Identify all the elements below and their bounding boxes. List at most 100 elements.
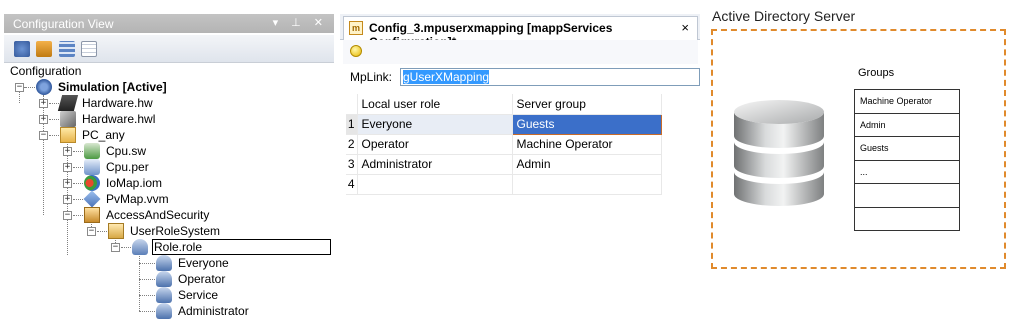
tree-connector-line xyxy=(25,87,35,88)
tree-item-label: PC_any xyxy=(82,128,125,142)
configuration-view-panel: Configuration View ▾ ⊥ ✕ Configuration −… xyxy=(0,0,336,320)
active-directory-title: Active Directory Server xyxy=(712,8,856,24)
hardware-icon xyxy=(57,95,79,111)
lightbulb-icon[interactable] xyxy=(350,45,362,57)
role-icon xyxy=(156,287,172,303)
tree-connector-line xyxy=(139,295,155,296)
tree-item-label: Everyone xyxy=(178,256,229,270)
tree-expander-icon[interactable]: + xyxy=(39,99,48,108)
local-role-cell[interactable]: Administrator xyxy=(357,154,513,175)
group-row xyxy=(854,183,960,208)
row-number[interactable]: 3 xyxy=(346,154,358,175)
role-file-icon xyxy=(132,239,148,255)
table-row[interactable]: 4 xyxy=(346,174,662,195)
group-cell: Guests xyxy=(854,136,960,161)
configuration-icon[interactable] xyxy=(14,41,30,57)
groups-table: Machine Operator Admin Guests ... xyxy=(854,89,960,231)
tree-expander-icon[interactable]: − xyxy=(15,83,24,92)
tree-item-label: Administrator xyxy=(178,304,249,318)
mapp-file-icon: m xyxy=(349,21,363,35)
tree-connector-line xyxy=(49,135,59,136)
group-row xyxy=(854,206,960,231)
tree-connector-line xyxy=(43,95,44,215)
tree-connector-line xyxy=(121,247,131,248)
hardware-link-icon xyxy=(60,111,76,127)
row-number[interactable]: 1 xyxy=(346,114,358,135)
database-icon xyxy=(734,100,824,206)
group-row: Admin xyxy=(854,112,960,137)
configuration-view-titlebar[interactable]: Configuration View ▾ ⊥ ✕ xyxy=(4,14,334,33)
folder-open-icon xyxy=(60,127,76,143)
tree-expander-icon[interactable]: + xyxy=(63,195,72,204)
column-header-local-user-role[interactable]: Local user role xyxy=(357,94,513,115)
editor-toolbar xyxy=(343,40,698,64)
tree-connector-line xyxy=(49,103,59,104)
row-number[interactable]: 2 xyxy=(346,134,358,155)
tree-connector-line xyxy=(73,215,83,216)
local-role-cell[interactable]: Operator xyxy=(357,134,513,155)
role-icon xyxy=(156,255,172,271)
server-group-cell[interactable]: Admin xyxy=(512,154,662,175)
mplink-value: gUserXMapping xyxy=(403,70,490,84)
tree-connector-line xyxy=(49,119,59,120)
mplink-input[interactable]: gUserXMapping xyxy=(400,68,700,86)
tree-item-label: Service xyxy=(178,288,219,302)
tree-expander-icon[interactable]: + xyxy=(63,147,72,156)
tree-item-label: Operator xyxy=(178,272,226,286)
server-group-cell[interactable]: Guests xyxy=(511,113,662,135)
tree-connector-line xyxy=(73,167,83,168)
table-row[interactable]: 1 Everyone Guests xyxy=(346,113,662,135)
server-group-cell[interactable] xyxy=(512,174,662,195)
group-cell: Machine Operator xyxy=(854,89,960,114)
tree-connector-line xyxy=(73,199,83,200)
close-tab-icon[interactable]: × xyxy=(681,20,689,35)
tree-item-label: IoMap.iom xyxy=(106,176,163,190)
tree-expander-icon[interactable]: + xyxy=(39,115,48,124)
user-role-folder-icon xyxy=(108,223,124,239)
tree-expander-icon[interactable]: + xyxy=(63,163,72,172)
column-header-server-group[interactable]: Server group xyxy=(512,94,662,115)
group-cell: Admin xyxy=(854,112,960,137)
mplink-row: MpLink: gUserXMapping xyxy=(343,66,700,88)
tree-item-label: UserRoleSystem xyxy=(130,224,221,238)
tree-selection-box xyxy=(152,239,331,255)
table-row[interactable]: 2 Operator Machine Operator xyxy=(346,134,662,155)
tree-expander-icon[interactable]: − xyxy=(39,131,48,140)
hardware-icon[interactable] xyxy=(36,41,53,57)
software-config-icon xyxy=(84,143,100,159)
local-role-cell[interactable] xyxy=(357,174,513,195)
role-icon xyxy=(156,303,172,319)
server-group-cell[interactable]: Machine Operator xyxy=(512,134,662,155)
tree-item-label: Hardware.hw xyxy=(82,96,153,110)
role-icon xyxy=(156,271,172,287)
group-row: Machine Operator xyxy=(854,89,960,114)
editor-tab[interactable]: m Config_3.mpuserxmapping [mappServices … xyxy=(343,16,698,49)
local-role-cell[interactable]: Everyone xyxy=(357,114,513,135)
mplink-label: MpLink: xyxy=(350,70,393,84)
tree-item-label: Hardware.hwl xyxy=(82,112,156,126)
group-cell xyxy=(854,206,960,231)
tree-expander-icon[interactable]: + xyxy=(63,179,72,188)
tree-expander-icon[interactable]: − xyxy=(87,227,96,236)
tree-connector-line xyxy=(73,151,83,152)
panel-controls[interactable]: ▾ ⊥ ✕ xyxy=(273,16,328,29)
table-row[interactable]: 3 Administrator Admin xyxy=(346,154,662,175)
editor-tabstrip: m Config_3.mpuserxmapping [mappServices … xyxy=(340,14,700,49)
tree-item-label: Simulation [Active] xyxy=(58,80,167,94)
configuration-view-title: Configuration View xyxy=(13,17,114,31)
tree-expander-icon[interactable]: − xyxy=(63,211,72,220)
properties-icon[interactable] xyxy=(81,41,98,57)
configuration-root-label: Configuration xyxy=(10,64,82,78)
grid-header-row: Local user role Server group xyxy=(346,94,662,115)
tree-item-label: Cpu.per xyxy=(106,160,149,174)
group-cell: ... xyxy=(854,159,960,184)
tree-expander-icon[interactable]: − xyxy=(111,243,120,252)
security-folder-icon xyxy=(84,207,100,223)
group-row: Guests xyxy=(854,136,960,161)
grid-icon[interactable] xyxy=(58,41,75,57)
row-number[interactable]: 4 xyxy=(346,174,358,195)
io-map-icon xyxy=(84,175,100,191)
tree-item-label: AccessAndSecurity xyxy=(106,208,210,222)
tree-item-label: Cpu.sw xyxy=(106,144,147,158)
tree-connector-line xyxy=(139,279,155,280)
